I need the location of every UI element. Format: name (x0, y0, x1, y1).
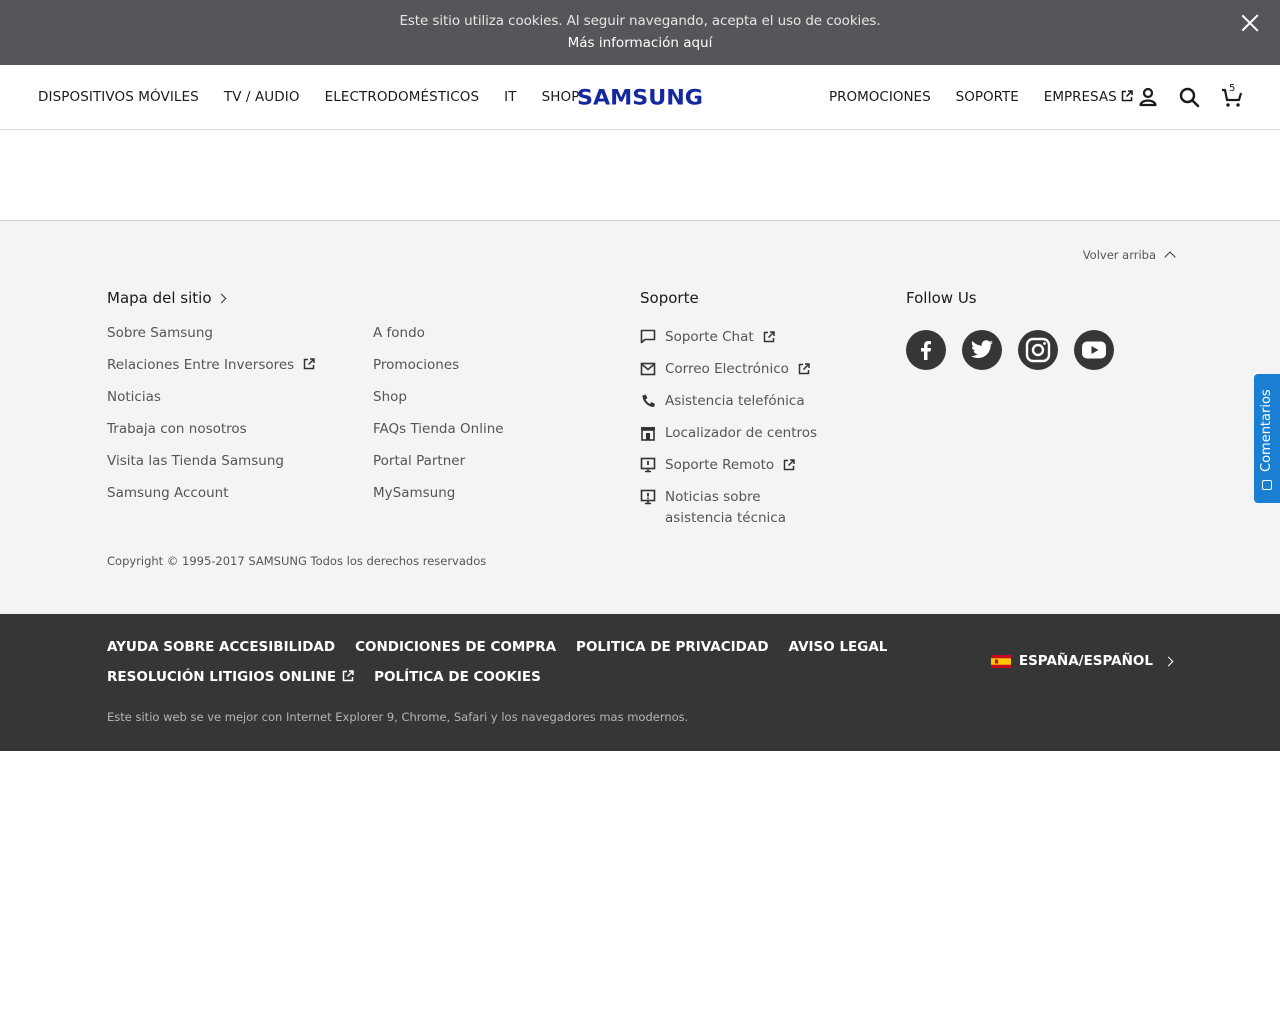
nav-item-business[interactable]: EMPRESAS (1044, 89, 1133, 105)
legal-link-cookies[interactable]: POLÍTICA DE COOKIES (374, 669, 541, 685)
support-link-phone[interactable]: Asistencia telefónica (640, 391, 840, 423)
support-link-chat-label: Soporte Chat (665, 329, 754, 345)
footer-link-news[interactable]: Noticias (107, 389, 315, 421)
monitor-alert-icon (640, 489, 656, 505)
support-title: Soporte (640, 289, 699, 307)
sitemap-column-2: A fondo Promociones Shop FAQs Tienda Onl… (373, 325, 504, 517)
youtube-icon[interactable] (1074, 330, 1114, 370)
legal-links-row-1: AYUDA SOBRE ACCESIBILIDAD CONDICIONES DE… (107, 639, 887, 655)
footer-link-careers[interactable]: Trabaja con nosotros (107, 421, 315, 453)
locale-selector[interactable]: ESPAÑA/ESPAÑOL (990, 653, 1174, 669)
feedback-icon (1262, 480, 1272, 490)
cookie-banner: Este sitio utiliza cookies. Al seguir na… (0, 0, 1280, 65)
nav-item-appliances[interactable]: ELECTRODOMÉSTICOS (325, 89, 480, 105)
primary-nav: DISPOSITIVOS MÓVILES TV / AUDIO ELECTROD… (38, 89, 580, 105)
chat-icon (640, 329, 656, 344)
support-link-remote[interactable]: Soporte Remoto (640, 455, 840, 487)
user-icon[interactable] (1136, 85, 1160, 109)
sitemap-column-1: Sobre Samsung Relaciones Entre Inversore… (107, 325, 315, 517)
spain-flag-icon (990, 654, 1011, 668)
close-icon[interactable] (1240, 13, 1260, 33)
cookie-more-info-link[interactable]: Más información aquí (0, 35, 1280, 51)
phone-icon (642, 394, 655, 407)
locale-label: ESPAÑA/ESPAÑOL (1018, 653, 1153, 669)
external-link-icon (342, 670, 354, 682)
footer-link-partner[interactable]: Portal Partner (373, 453, 504, 485)
footer-link-shop[interactable]: Shop (373, 389, 504, 421)
feedback-label: Comentarios (1259, 389, 1274, 472)
nav-item-business-label: EMPRESAS (1043, 89, 1117, 105)
instagram-icon[interactable] (1018, 330, 1058, 370)
chevron-up-icon (1164, 251, 1176, 263)
footer-link-investors[interactable]: Relaciones Entre Inversores (107, 357, 315, 389)
follow-us-title: Follow Us (906, 289, 977, 307)
footer-link-in-depth[interactable]: A fondo (373, 325, 504, 357)
nav-item-shop[interactable]: SHOP (542, 89, 580, 105)
support-link-tech-news[interactable]: Noticias sobre asistencia técnica (640, 487, 830, 529)
facebook-icon[interactable] (906, 330, 946, 370)
support-link-locator[interactable]: Localizador de centros (640, 423, 840, 455)
footer-link-promotions[interactable]: Promociones (373, 357, 504, 389)
footer-link-faqs[interactable]: FAQs Tienda Online (373, 421, 504, 453)
legal-link-privacy[interactable]: POLITICA DE PRIVACIDAD (576, 639, 769, 655)
footer-link-mysamsung[interactable]: MySamsung (373, 485, 504, 517)
support-link-tech-news-label: Noticias sobre asistencia técnica (665, 489, 787, 526)
support-link-email[interactable]: Correo Electrónico (640, 359, 840, 391)
cookie-message: Este sitio utiliza cookies. Al seguir na… (399, 13, 881, 29)
browser-note: Este sitio web se ve mejor con Internet … (107, 710, 689, 724)
search-icon[interactable] (1177, 85, 1201, 109)
external-link-icon (763, 331, 775, 343)
legal-bar: AYUDA SOBRE ACCESIBILIDAD CONDICIONES DE… (0, 614, 1280, 751)
footer-link-stores[interactable]: Visita las Tienda Samsung (107, 453, 315, 485)
store-icon (641, 427, 655, 441)
cart-count-badge: 5 (1229, 83, 1236, 94)
twitter-icon[interactable] (962, 330, 1002, 370)
back-to-top-label: Volver arriba (1082, 248, 1156, 262)
external-link-icon (303, 358, 315, 370)
external-link-icon (798, 363, 810, 375)
chevron-right-icon (216, 293, 226, 304)
secondary-nav: PROMOCIONES SOPORTE EMPRESAS (829, 89, 1133, 105)
legal-link-legal-notice[interactable]: AVISO LEGAL (789, 639, 888, 655)
nav-item-tv-audio[interactable]: TV / AUDIO (224, 89, 300, 105)
support-link-chat[interactable]: Soporte Chat (640, 327, 840, 359)
support-link-phone-label: Asistencia telefónica (665, 393, 805, 409)
nav-item-support[interactable]: SOPORTE (956, 89, 1019, 105)
legal-link-odr[interactable]: RESOLUCIÓN LITIGIOS ONLINE (107, 669, 354, 685)
footer-link-about[interactable]: Sobre Samsung (107, 325, 315, 357)
sitemap-title-label: Mapa del sitio (107, 289, 212, 307)
nav-item-promotions[interactable]: PROMOCIONES (829, 89, 931, 105)
support-links: Soporte Chat Correo Electrónico Asistenc… (640, 327, 840, 529)
footer: Volver arriba Mapa del sitio Soporte Fol… (0, 220, 1280, 614)
footer-link-investors-label: Relaciones Entre Inversores (107, 357, 295, 373)
legal-link-odr-label: RESOLUCIÓN LITIGIOS ONLINE (107, 669, 337, 685)
support-link-remote-label: Soporte Remoto (665, 457, 775, 473)
feedback-tab[interactable]: Comentarios (1254, 374, 1280, 503)
external-link-icon (1121, 90, 1133, 102)
site-header: DISPOSITIVOS MÓVILES TV / AUDIO ELECTROD… (0, 65, 1280, 130)
samsung-logo[interactable]: SAMSUNG (576, 85, 704, 110)
support-link-email-label: Correo Electrónico (665, 361, 789, 377)
back-to-top-link[interactable]: Volver arriba (1082, 248, 1176, 263)
external-link-icon (783, 459, 795, 471)
copyright-text: Copyright © 1995-2017 SAMSUNG Todos los … (107, 554, 487, 568)
chevron-right-icon (1163, 656, 1174, 666)
logo-text: SAMSUNG (577, 86, 703, 110)
legal-link-accessibility[interactable]: AYUDA SOBRE ACCESIBILIDAD (107, 639, 335, 655)
legal-links-row-2: RESOLUCIÓN LITIGIOS ONLINE POLÍTICA DE C… (107, 669, 541, 685)
nav-item-it[interactable]: IT (504, 89, 516, 105)
mail-icon (640, 362, 656, 376)
monitor-icon (640, 457, 656, 473)
sitemap-title[interactable]: Mapa del sitio (107, 289, 226, 307)
legal-link-purchase-terms[interactable]: CONDICIONES DE COMPRA (355, 639, 556, 655)
nav-item-mobile[interactable]: DISPOSITIVOS MÓVILES (38, 89, 199, 105)
social-links (906, 330, 1114, 370)
support-link-locator-label: Localizador de centros (665, 425, 818, 441)
footer-link-account[interactable]: Samsung Account (107, 485, 315, 517)
